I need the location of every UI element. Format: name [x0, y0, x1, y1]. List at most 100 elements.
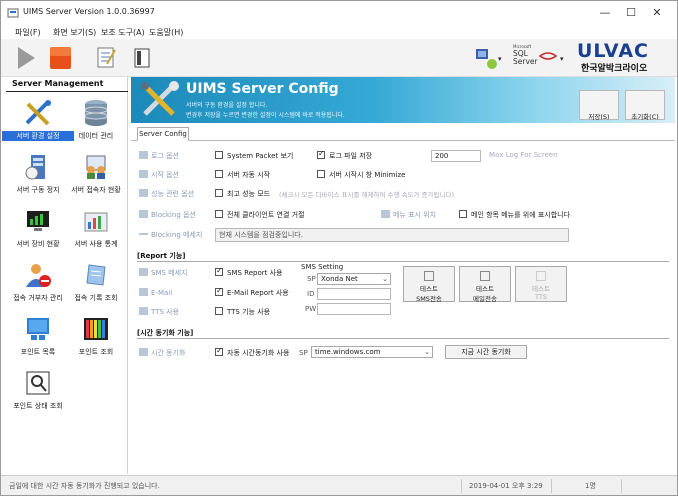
report-section-title: [Report 기능]	[137, 252, 186, 260]
timesync-section-title: [시간 동기화 기능]	[137, 329, 194, 337]
max-perf-checkbox[interactable]: 최고 성능 모드	[215, 189, 270, 199]
checkbox-box-checked	[215, 346, 223, 356]
checkbox-box	[215, 151, 223, 159]
menu-position-text: 메뉴 표시 위치	[393, 211, 437, 219]
page-description: 변경후 저장을 누르면 변경한 설정이 시스템에 바로 적용됩니다.	[186, 112, 345, 119]
blocking-options-text: Blocking 옵션	[151, 211, 196, 219]
email-text: E-Mail	[151, 289, 173, 297]
notes-button[interactable]	[93, 44, 119, 72]
timesync-sp-label: SP	[299, 349, 308, 357]
perf-note: (체크시 모든 디바이스 표시를 해제하여 수행 속도가 증가됩니다)	[279, 191, 455, 199]
pw-input[interactable]	[317, 303, 391, 315]
menu-view[interactable]: 화면 보기(S)	[53, 27, 96, 38]
tts-use-checkbox[interactable]: TTS 기능 사용	[215, 307, 270, 317]
start-button[interactable]	[13, 44, 39, 72]
auto-start-checkbox[interactable]: 서버 자동 시작	[215, 170, 270, 180]
sidebar-item-server-control[interactable]: 서버 구동 정지	[8, 151, 68, 211]
test-sms-button[interactable]: 테스트 SMS전송	[403, 266, 455, 303]
notepad-icon	[97, 47, 116, 68]
system-packet-checkbox[interactable]: System Packet 보기	[215, 151, 293, 161]
sp-select[interactable]: Xonda Net ⌄	[317, 273, 391, 285]
minimize-button[interactable]: —	[591, 4, 619, 22]
dropdown-icon-2[interactable]: ▾	[560, 55, 564, 63]
auto-start-label: 서버 자동 시작	[227, 171, 271, 179]
auto-timesync-label: 자동 시간동기화 사용	[227, 349, 290, 357]
email-report-checkbox[interactable]: E-Mail Report 사용	[215, 286, 289, 298]
config-tools-icon	[141, 81, 179, 116]
option-icon	[381, 210, 390, 218]
menu-top-label: 메인 항목 메뉴를 위에 표시합니다	[471, 211, 571, 219]
test-mail-line1: 테스트	[476, 285, 494, 293]
log-file-save-checkbox[interactable]: 로그 파일 저장	[317, 149, 372, 161]
tts-use-label: TTS 기능 사용	[227, 308, 271, 316]
test-tts-line2: TTS	[535, 293, 547, 301]
checkbox-box-checked	[317, 149, 325, 159]
option-icon	[139, 268, 148, 276]
sp-label: SP	[307, 275, 316, 283]
blocking-message-input[interactable]: 현재 시스템을 점검중입니다.	[215, 228, 569, 242]
test-mail-button[interactable]: 테스트 메일전송	[459, 266, 511, 303]
close-button[interactable]: ✕	[643, 4, 671, 22]
status-message: 금일에 대한 시간 자동 동기화가 진행되고 있습니다.	[9, 482, 160, 490]
sms-setting-title: SMS Setting	[301, 263, 344, 271]
ulvac-logo: ULVAC 한국알박크라이오	[571, 40, 671, 74]
panel-button[interactable]	[129, 44, 155, 72]
email-label: E-Mail	[139, 288, 172, 297]
sms-grid-icon	[424, 271, 434, 281]
time-server-select[interactable]: time.windows.com ⌄	[311, 346, 433, 358]
sidebar-item-stats[interactable]: 서버 사용 통계	[66, 205, 126, 265]
option-icon	[139, 288, 148, 296]
menu-tools[interactable]: 보조 도구(A)	[101, 27, 145, 38]
auto-timesync-checkbox[interactable]: 자동 시간동기화 사용	[215, 346, 290, 358]
sidebar-item-point-list[interactable]: 포인트 목록	[8, 313, 68, 373]
sidebar-item-access-log[interactable]: 접속 기록 조회	[66, 259, 126, 319]
sidebar-item-blocked-users[interactable]: 접속 거부자 관리	[8, 259, 68, 319]
sidebar-item-label: 데이터 관리	[78, 132, 114, 140]
email-report-label: E-Mail Report 사용	[227, 289, 289, 297]
perf-options-text: 성능 관련 옵션	[151, 190, 195, 198]
status-user-count: 1명	[585, 482, 596, 490]
menu-top-checkbox[interactable]: 메인 항목 메뉴를 위에 표시합니다	[459, 210, 570, 220]
save-button[interactable]: 저장(S)	[579, 90, 619, 121]
panel-icon	[134, 48, 150, 68]
menu-help[interactable]: 도움말(H)	[149, 27, 183, 38]
sidebar-item-connected-users[interactable]: 서버 접속자 현황	[66, 151, 126, 211]
tab-server-config[interactable]: Server Config	[137, 127, 189, 141]
minimize-checkbox[interactable]: 서버 시작시 창 Minimize	[317, 170, 405, 180]
checkbox-box	[317, 170, 325, 178]
tts-text: TTS 사용	[151, 308, 179, 316]
sms-report-checkbox[interactable]: SMS Report 사용	[215, 266, 282, 278]
sms-message-text: SMS 메세지	[151, 269, 188, 277]
id-label: ID	[307, 290, 315, 298]
option-icon	[139, 151, 148, 159]
page-subtitle: 서버의 구동 환경을 설정 합니다.	[186, 102, 268, 109]
sidebar-item-point-view[interactable]: 포인트 조회	[66, 313, 126, 373]
sidebar-item-devices[interactable]: 서버 장비 현황	[8, 205, 68, 265]
stop-button[interactable]	[47, 44, 73, 72]
tools-icon	[25, 100, 51, 126]
dropdown-icon[interactable]: ▾	[498, 55, 502, 63]
sidebar-item-server-config[interactable]: 서버 환경 설정	[2, 97, 74, 157]
maximize-button[interactable]: ☐	[617, 4, 645, 22]
reset-button[interactable]: 초기화(C)	[625, 90, 665, 121]
sidebar-item-point-status[interactable]: 포인트 상태 조회	[8, 367, 68, 427]
timesync-label: 시간 동기화	[139, 348, 185, 358]
option-icon	[139, 189, 148, 197]
tab-strip: Server Config	[131, 125, 675, 141]
sql-server-icon	[539, 52, 557, 60]
test-tts-button[interactable]: 테스트 TTS	[515, 266, 567, 302]
option-icon	[139, 210, 148, 218]
block-all-checkbox[interactable]: 전체 클라이언트 연결 거절	[215, 210, 305, 220]
id-input[interactable]	[317, 288, 391, 300]
option-icon	[139, 233, 148, 235]
option-icon	[139, 307, 148, 315]
log-count-input[interactable]: 200	[431, 150, 481, 162]
config-panel: 로그 옵션 System Packet 보기 로그 파일 저장 200 Max …	[131, 141, 675, 474]
sms-message-label: SMS 메세지	[139, 268, 187, 278]
menu-bar: 파일(F) 화면 보기(S) 보조 도구(A) 도움말(H)	[1, 25, 677, 39]
menu-file[interactable]: 파일(F)	[15, 27, 41, 38]
system-packet-label: System Packet 보기	[227, 152, 294, 160]
sidebar-item-data[interactable]: 데이터 관리	[66, 97, 126, 157]
log-options-label: 로그 옵션	[139, 151, 179, 161]
sync-now-button[interactable]: 지금 시간 동기화	[445, 345, 527, 359]
